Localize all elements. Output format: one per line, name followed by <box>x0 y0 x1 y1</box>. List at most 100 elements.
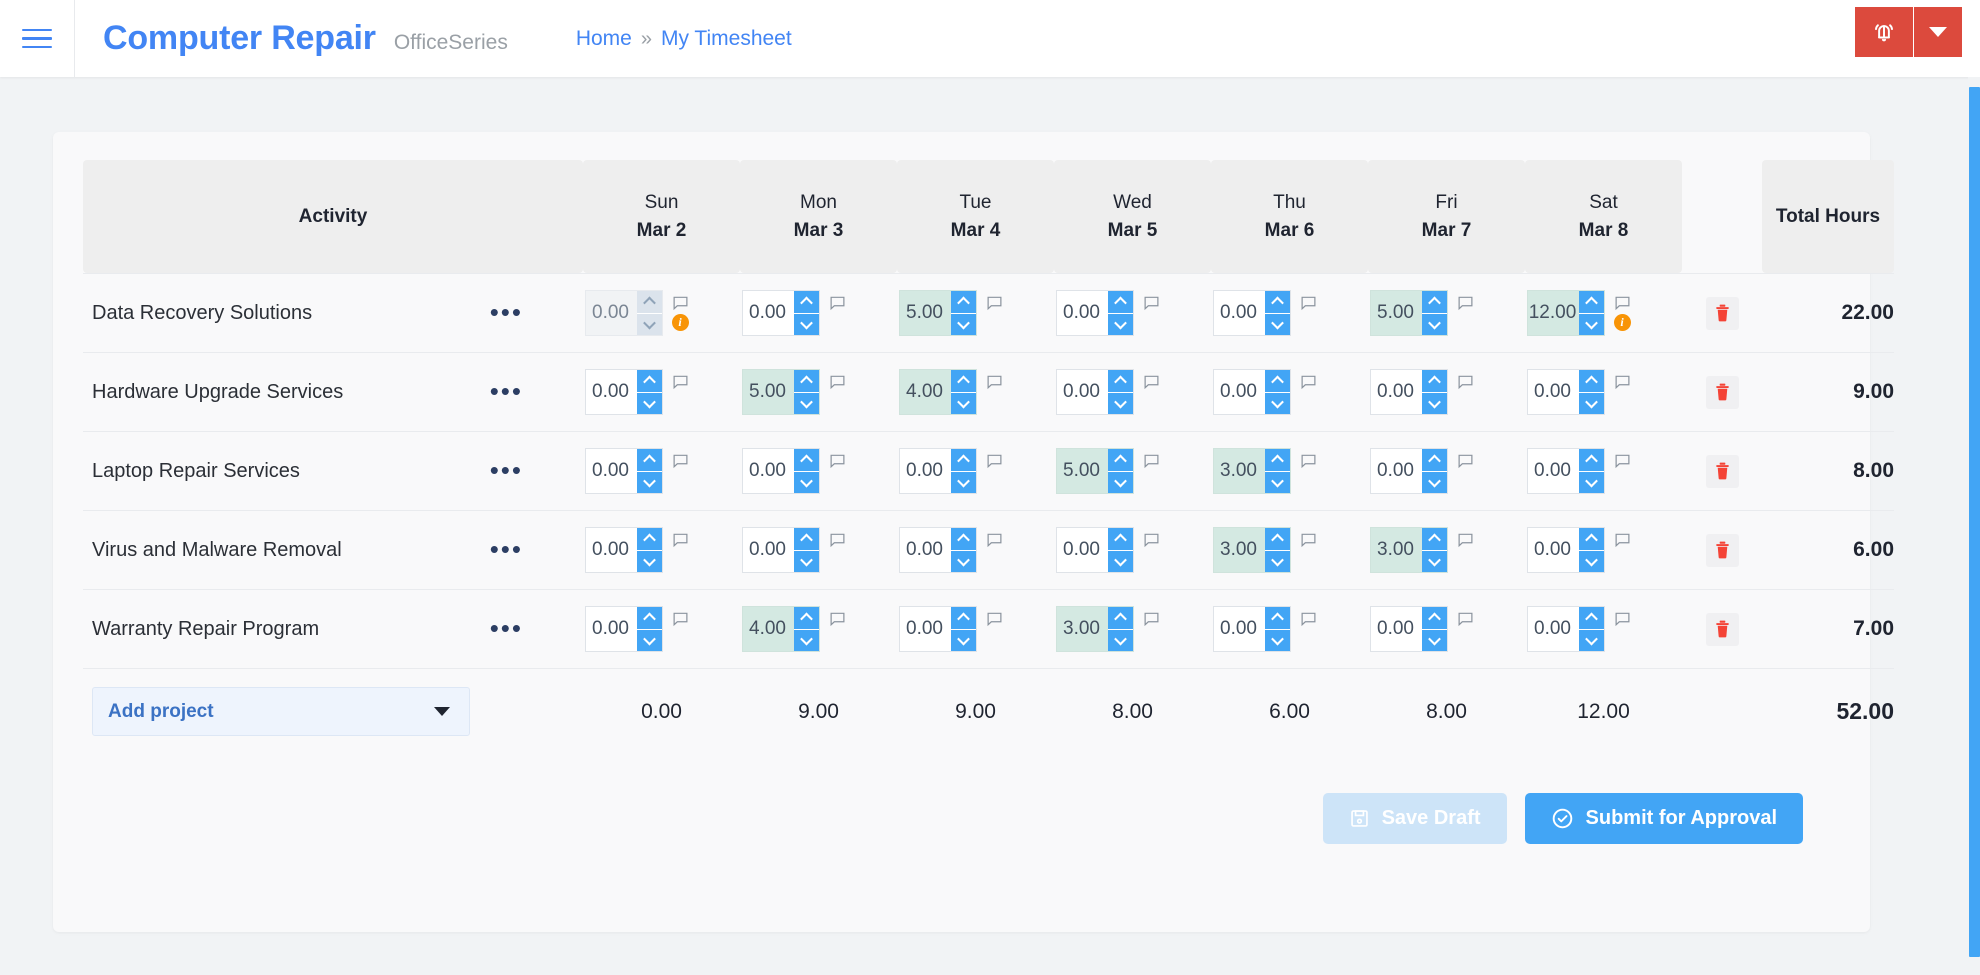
comment-icon[interactable] <box>1301 533 1316 548</box>
info-badge-icon[interactable]: i <box>672 314 689 331</box>
stepper-increment-button[interactable] <box>794 449 819 472</box>
stepper-decrement-button[interactable] <box>1579 472 1604 494</box>
comment-icon[interactable] <box>1144 454 1159 469</box>
stepper-decrement-button[interactable] <box>794 630 819 652</box>
hours-input[interactable]: 0.00 <box>586 370 637 414</box>
hours-stepper[interactable]: 3.00 <box>1213 527 1291 573</box>
comment-icon[interactable] <box>830 533 845 548</box>
hours-input[interactable]: 0.00 <box>1214 607 1265 651</box>
hours-stepper[interactable]: 3.00 <box>1056 606 1134 652</box>
delete-row-button[interactable] <box>1706 376 1739 409</box>
comment-icon[interactable] <box>1458 375 1473 390</box>
hours-input[interactable]: 0.00 <box>743 528 794 572</box>
stepper-increment-button[interactable] <box>951 291 976 314</box>
stepper-increment-button[interactable] <box>1422 291 1447 314</box>
stepper-increment-button[interactable] <box>1108 449 1133 472</box>
stepper-decrement-button[interactable] <box>1422 472 1447 494</box>
hours-input[interactable]: 0.00 <box>743 291 794 335</box>
comment-icon[interactable] <box>1301 375 1316 390</box>
stepper-decrement-button[interactable] <box>637 630 662 652</box>
page-scrollbar[interactable] <box>1968 77 1980 975</box>
stepper-decrement-button[interactable] <box>1265 314 1290 336</box>
comment-icon[interactable] <box>673 533 688 548</box>
comment-icon[interactable] <box>830 612 845 627</box>
comment-icon[interactable] <box>1301 612 1316 627</box>
stepper-decrement-button[interactable] <box>637 472 662 494</box>
stepper-increment-button[interactable] <box>1265 449 1290 472</box>
stepper-increment-button[interactable] <box>1579 528 1604 551</box>
hours-input[interactable]: 4.00 <box>900 370 951 414</box>
stepper-decrement-button[interactable] <box>637 393 662 415</box>
hours-input[interactable]: 0.00 <box>586 291 637 335</box>
hours-stepper[interactable]: 0.00 <box>585 527 663 573</box>
hours-input[interactable]: 3.00 <box>1057 607 1108 651</box>
hours-input[interactable]: 4.00 <box>743 607 794 651</box>
hours-stepper[interactable]: 0.00 <box>1527 527 1605 573</box>
comment-icon[interactable] <box>987 533 1002 548</box>
hours-input[interactable]: 0.00 <box>1371 607 1422 651</box>
hours-stepper[interactable]: 0.00 <box>742 448 820 494</box>
hours-input[interactable]: 5.00 <box>1371 291 1422 335</box>
comment-icon[interactable] <box>830 296 845 311</box>
stepper-decrement-button[interactable] <box>951 472 976 494</box>
stepper-increment-button[interactable] <box>1579 291 1604 314</box>
hours-stepper[interactable]: 4.00 <box>899 369 977 415</box>
comment-icon[interactable] <box>673 375 688 390</box>
stepper-decrement-button[interactable] <box>1422 551 1447 573</box>
comment-icon[interactable] <box>987 612 1002 627</box>
stepper-increment-button[interactable] <box>951 607 976 630</box>
stepper-decrement-button[interactable] <box>951 393 976 415</box>
stepper-increment-button[interactable] <box>794 291 819 314</box>
comment-icon[interactable] <box>1301 296 1316 311</box>
hours-stepper[interactable]: 0.00 <box>742 290 820 336</box>
stepper-decrement-button[interactable] <box>951 551 976 573</box>
hours-input[interactable]: 3.00 <box>1214 449 1265 493</box>
comment-icon[interactable] <box>1144 296 1159 311</box>
comment-icon[interactable] <box>830 454 845 469</box>
stepper-decrement-button[interactable] <box>951 630 976 652</box>
stepper-increment-button[interactable] <box>1422 607 1447 630</box>
comment-icon[interactable] <box>1144 375 1159 390</box>
info-badge-icon[interactable]: i <box>1614 314 1631 331</box>
hours-stepper[interactable]: 0.00 <box>585 369 663 415</box>
hamburger-menu-icon[interactable] <box>0 0 74 77</box>
row-options-menu-icon[interactable]: ••• <box>490 463 523 479</box>
stepper-increment-button[interactable] <box>637 528 662 551</box>
comment-icon[interactable] <box>673 296 688 311</box>
row-options-menu-icon[interactable]: ••• <box>490 542 523 558</box>
stepper-decrement-button[interactable] <box>1108 551 1133 573</box>
comment-icon[interactable] <box>830 375 845 390</box>
submit-for-approval-button[interactable]: Submit for Approval <box>1525 793 1803 844</box>
stepper-increment-button[interactable] <box>1579 607 1604 630</box>
stepper-increment-button[interactable] <box>637 607 662 630</box>
hours-stepper[interactable]: 0.00 <box>1056 290 1134 336</box>
hours-input[interactable]: 0.00 <box>1528 607 1579 651</box>
hours-input[interactable]: 0.00 <box>1057 528 1108 572</box>
delete-row-button[interactable] <box>1706 455 1739 488</box>
row-options-menu-icon[interactable]: ••• <box>490 621 523 637</box>
hours-stepper[interactable]: 3.00 <box>1213 448 1291 494</box>
hours-stepper[interactable]: 0.00 <box>1213 369 1291 415</box>
row-options-menu-icon[interactable]: ••• <box>490 305 523 321</box>
stepper-decrement-button[interactable] <box>637 314 662 336</box>
stepper-increment-button[interactable] <box>1422 370 1447 393</box>
stepper-increment-button[interactable] <box>951 370 976 393</box>
stepper-increment-button[interactable] <box>951 528 976 551</box>
hours-input[interactable]: 0.00 <box>1528 449 1579 493</box>
hours-input[interactable]: 5.00 <box>1057 449 1108 493</box>
hours-input[interactable]: 0.00 <box>1057 291 1108 335</box>
row-options-menu-icon[interactable]: ••• <box>490 384 523 400</box>
hours-input[interactable]: 12.00 <box>1528 291 1579 335</box>
stepper-decrement-button[interactable] <box>637 551 662 573</box>
stepper-decrement-button[interactable] <box>1579 630 1604 652</box>
hours-input[interactable]: 0.00 <box>1528 370 1579 414</box>
stepper-increment-button[interactable] <box>1265 528 1290 551</box>
comment-icon[interactable] <box>987 296 1002 311</box>
hours-input[interactable]: 0.00 <box>1057 370 1108 414</box>
hours-stepper[interactable]: 0.00 <box>1527 606 1605 652</box>
stepper-increment-button[interactable] <box>637 449 662 472</box>
hours-input[interactable]: 3.00 <box>1371 528 1422 572</box>
comment-icon[interactable] <box>673 454 688 469</box>
hours-stepper[interactable]: 0.00 <box>585 448 663 494</box>
comment-icon[interactable] <box>1615 612 1630 627</box>
